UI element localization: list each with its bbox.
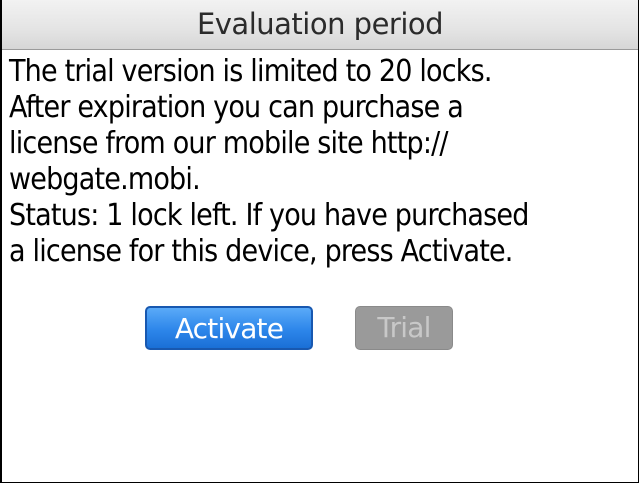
trial-button: Trial [355,306,453,350]
dialog-screen: Evaluation period The trial version is l… [0,0,639,483]
message-line: webgate.mobi. [9,162,201,197]
activate-button[interactable]: Activate [145,306,313,350]
message-line: a license for this device, press Activat… [9,234,513,269]
button-row: Activate Trial [2,306,638,352]
title-bar: Evaluation period [2,0,638,50]
message-line: Status: 1 lock left. If you have purchas… [9,198,529,233]
message-line: The trial version is limited to 20 locks… [9,54,492,89]
dialog-title: Evaluation period [196,7,444,41]
message-line: license from our mobile site http:// [9,126,449,161]
message-line: After expiration you can purchase a [9,90,464,125]
message-text: The trial version is limited to 20 locks… [9,54,639,270]
